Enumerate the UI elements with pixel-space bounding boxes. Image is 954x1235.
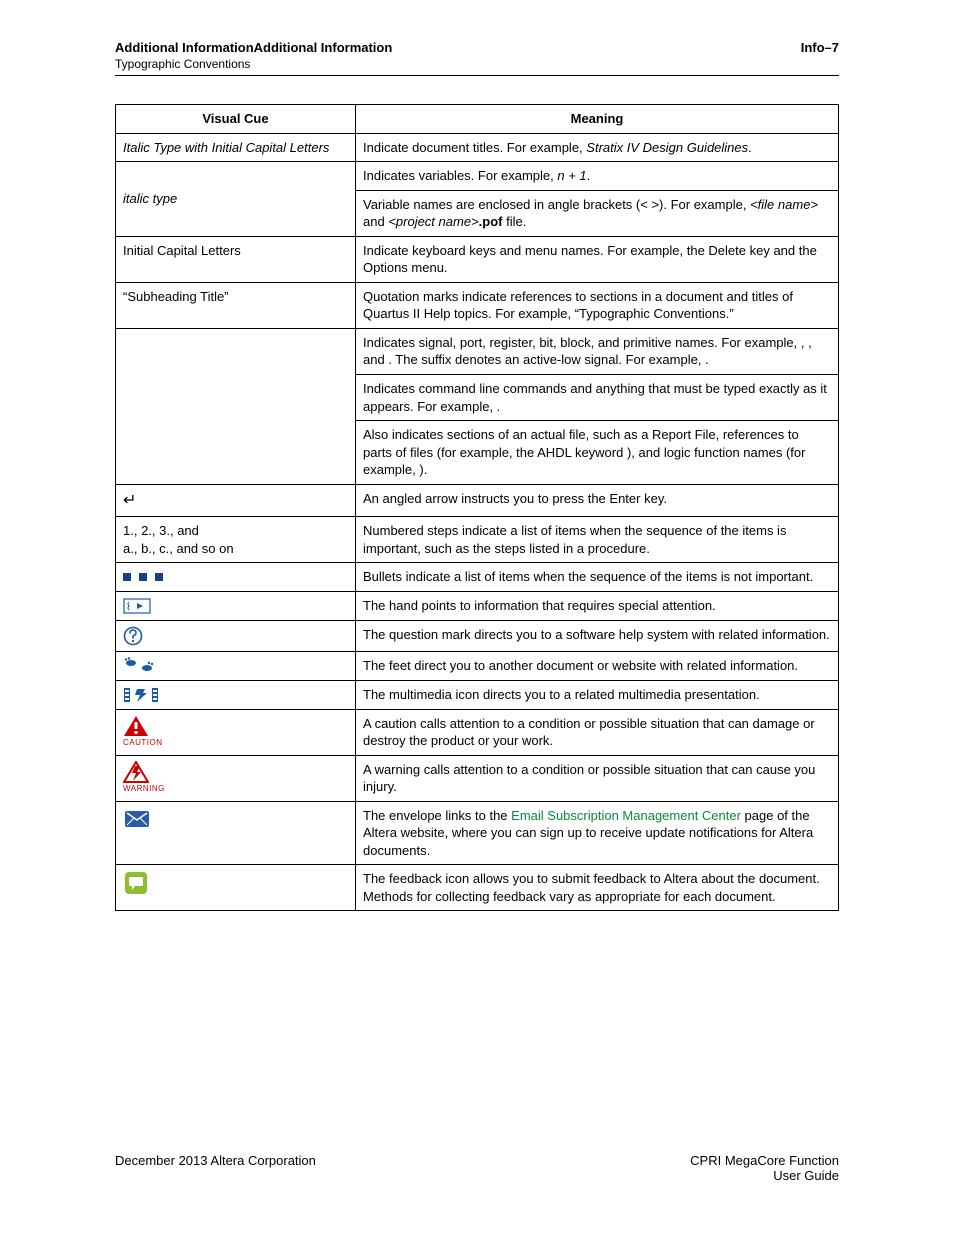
bullets-icon bbox=[123, 568, 348, 586]
feedback-icon bbox=[123, 870, 149, 896]
footer-doc-subtitle: User Guide bbox=[690, 1168, 839, 1183]
cue-hand bbox=[116, 591, 356, 620]
table-row: The hand points to information that requ… bbox=[116, 591, 839, 620]
enter-arrow-icon: ↵ bbox=[123, 492, 136, 509]
multimedia-icon bbox=[123, 686, 159, 704]
text-bold: .pof bbox=[479, 214, 503, 229]
table-row: The envelope links to the Email Subscrip… bbox=[116, 801, 839, 865]
text: . bbox=[748, 140, 752, 155]
table-row: Bullets indicate a list of items when th… bbox=[116, 563, 839, 592]
cue-italic-type: italic type bbox=[116, 162, 356, 237]
text: Variable names are enclosed in angle bra… bbox=[363, 197, 750, 212]
table-row: WARNING A warning calls attention to a c… bbox=[116, 755, 839, 801]
header-left: Additional InformationAdditional Informa… bbox=[115, 40, 392, 71]
footer-doc-title: CPRI MegaCore Function bbox=[690, 1153, 839, 1168]
meaning-cell: Quotation marks indicate references to s… bbox=[356, 282, 839, 328]
meaning-cell: Indicates variables. For example, n + 1. bbox=[356, 162, 839, 191]
table-row: Indicates signal, port, register, bit, b… bbox=[116, 328, 839, 374]
cue-caution: CAUTION bbox=[116, 709, 356, 755]
text: The envelope links to the bbox=[363, 808, 511, 823]
cue-subheading: “Subheading Title” bbox=[116, 282, 356, 328]
header-section-title: Typographic Conventions bbox=[115, 57, 392, 71]
cue-initial-caps: Initial Capital Letters bbox=[116, 236, 356, 282]
meaning-cell: An angled arrow instructs you to press t… bbox=[356, 484, 839, 517]
cue-multimedia bbox=[116, 680, 356, 709]
cue-question bbox=[116, 620, 356, 651]
meaning-cell: The question mark directs you to a softw… bbox=[356, 620, 839, 651]
col-meaning: Meaning bbox=[356, 105, 839, 134]
meaning-cell: A caution calls attention to a condition… bbox=[356, 709, 839, 755]
cue-enter-arrow: ↵ bbox=[116, 484, 356, 517]
hand-point-icon bbox=[123, 597, 151, 615]
table-row: The feet direct you to another document … bbox=[116, 651, 839, 680]
text: 1., 2., 3., and bbox=[123, 522, 348, 540]
meaning-cell: Indicate keyboard keys and menu names. F… bbox=[356, 236, 839, 282]
cue-warning: WARNING bbox=[116, 755, 356, 801]
table-row: Initial Capital Letters Indicate keyboar… bbox=[116, 236, 839, 282]
table-row: The feedback icon allows you to submit f… bbox=[116, 865, 839, 911]
cue-bullets bbox=[116, 563, 356, 592]
caution-icon bbox=[123, 715, 149, 737]
warning-label: WARNING bbox=[123, 784, 348, 795]
meaning-cell: Variable names are enclosed in angle bra… bbox=[356, 190, 839, 236]
table-row: The question mark directs you to a softw… bbox=[116, 620, 839, 651]
footer-left: December 2013 Altera Corporation bbox=[115, 1153, 316, 1183]
typographic-conventions-table: Visual Cue Meaning Italic Type with Init… bbox=[115, 104, 839, 911]
header-chapter-title: Additional InformationAdditional Informa… bbox=[115, 40, 392, 55]
meaning-cell: The envelope links to the Email Subscrip… bbox=[356, 801, 839, 865]
col-visual-cue: Visual Cue bbox=[116, 105, 356, 134]
feet-icon bbox=[123, 657, 157, 673]
cue-feet bbox=[116, 651, 356, 680]
envelope-icon bbox=[123, 807, 151, 829]
meaning-cell: Numbered steps indicate a list of items … bbox=[356, 517, 839, 563]
warning-icon bbox=[123, 761, 149, 783]
text-italic: n + 1 bbox=[557, 168, 586, 183]
text: and bbox=[363, 214, 388, 229]
document-page: Additional InformationAdditional Informa… bbox=[0, 0, 954, 1235]
meaning-cell: The multimedia icon directs you to a rel… bbox=[356, 680, 839, 709]
footer-right: CPRI MegaCore Function User Guide bbox=[690, 1153, 839, 1183]
table-row: Italic Type with Initial Capital Letters… bbox=[116, 133, 839, 162]
text: . bbox=[587, 168, 591, 183]
meaning-cell: The hand points to information that requ… bbox=[356, 591, 839, 620]
cue-numbered-steps: 1., 2., 3., and a., b., c., and so on bbox=[116, 517, 356, 563]
table-row: The multimedia icon directs you to a rel… bbox=[116, 680, 839, 709]
email-subscription-link[interactable]: Email Subscription Management Center bbox=[511, 808, 741, 823]
table-header-row: Visual Cue Meaning bbox=[116, 105, 839, 134]
cue-courier bbox=[116, 328, 356, 484]
meaning-cell: Indicates signal, port, register, bit, b… bbox=[356, 328, 839, 374]
text: Indicate document titles. For example, bbox=[363, 140, 586, 155]
meaning-cell: The feet direct you to another document … bbox=[356, 651, 839, 680]
meaning-cell: Bullets indicate a list of items when th… bbox=[356, 563, 839, 592]
cue-italic-caps: Italic Type with Initial Capital Letters bbox=[116, 133, 356, 162]
table-row: italic type Indicates variables. For exa… bbox=[116, 162, 839, 191]
table-row: “Subheading Title” Quotation marks indic… bbox=[116, 282, 839, 328]
text-italic: <project name> bbox=[388, 214, 478, 229]
text: a., b., c., and so on bbox=[123, 540, 348, 558]
page-footer: December 2013 Altera Corporation CPRI Me… bbox=[115, 1153, 839, 1183]
meaning-cell: Also indicates sections of an actual fil… bbox=[356, 421, 839, 485]
cue-feedback bbox=[116, 865, 356, 911]
text-italic: Stratix IV Design Guidelines bbox=[586, 140, 748, 155]
header-page-number: Info–7 bbox=[801, 40, 839, 55]
table-row: CAUTION A caution calls attention to a c… bbox=[116, 709, 839, 755]
text: file. bbox=[502, 214, 526, 229]
cue-envelope bbox=[116, 801, 356, 865]
text-italic: <file name> bbox=[750, 197, 818, 212]
meaning-cell: Indicate document titles. For example, S… bbox=[356, 133, 839, 162]
question-mark-icon bbox=[123, 626, 143, 646]
table-row: 1., 2., 3., and a., b., c., and so on Nu… bbox=[116, 517, 839, 563]
text: Indicates variables. For example, bbox=[363, 168, 557, 183]
meaning-cell: A warning calls attention to a condition… bbox=[356, 755, 839, 801]
table-row: ↵ An angled arrow instructs you to press… bbox=[116, 484, 839, 517]
meaning-cell: Indicates command line commands and anyt… bbox=[356, 375, 839, 421]
page-header: Additional InformationAdditional Informa… bbox=[115, 40, 839, 76]
meaning-cell: The feedback icon allows you to submit f… bbox=[356, 865, 839, 911]
caution-label: CAUTION bbox=[123, 738, 348, 749]
